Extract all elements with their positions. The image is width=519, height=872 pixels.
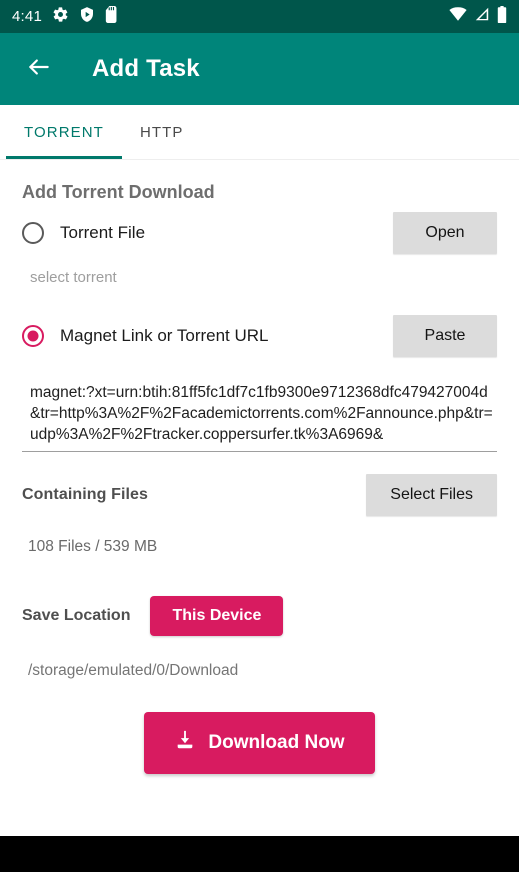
battery-icon: [497, 5, 507, 28]
magnet-link-value: magnet:?xt=urn:btih:81ff5fc1df7c1fb9300e…: [30, 384, 493, 443]
download-now-label: Download Now: [208, 732, 345, 753]
tab-bar: TORRENT HTTP: [0, 105, 519, 160]
containing-files-row: Containing Files Select Files: [22, 474, 497, 516]
status-bar-right: [449, 5, 507, 28]
form-content: Add Torrent Download Torrent File Open s…: [0, 160, 519, 836]
wifi-icon: [449, 7, 467, 26]
save-location-row: Save Location This Device: [22, 596, 497, 636]
save-path: /storage/emulated/0/Download: [28, 662, 239, 679]
torrent-file-radio-option[interactable]: Torrent File: [22, 222, 145, 244]
download-now-button[interactable]: Download Now: [144, 712, 375, 774]
download-button-wrap: Download Now: [22, 712, 497, 774]
select-files-button[interactable]: Select Files: [366, 474, 497, 516]
status-time: 4:41: [12, 8, 42, 25]
radio-checked-icon[interactable]: [22, 325, 44, 347]
status-bar: 4:41: [0, 0, 519, 33]
cellular-signal-icon: [474, 7, 490, 26]
tab-torrent[interactable]: TORRENT: [6, 105, 122, 159]
shield-play-icon: [79, 6, 95, 28]
paste-button[interactable]: Paste: [393, 315, 497, 357]
download-icon: [174, 729, 196, 757]
torrent-file-row: Torrent File Open: [22, 209, 497, 257]
open-button[interactable]: Open: [393, 212, 497, 254]
section-title: Add Torrent Download: [22, 182, 215, 202]
magnet-row: Magnet Link or Torrent URL Paste: [22, 312, 497, 360]
tab-http[interactable]: HTTP: [122, 105, 202, 159]
gear-icon: [52, 6, 69, 28]
magnet-radio-option[interactable]: Magnet Link or Torrent URL: [22, 325, 269, 347]
containing-files-label: Containing Files: [22, 486, 149, 503]
arrow-left-icon: [26, 54, 52, 85]
this-device-button[interactable]: This Device: [150, 596, 284, 636]
back-button[interactable]: [22, 52, 56, 86]
select-torrent-hint: select torrent: [30, 269, 117, 286]
app-screen: 4:41 Add Task TORRENT HTTP Add Torrent D…: [0, 0, 519, 872]
sd-card-icon: [105, 5, 118, 28]
torrent-file-label: Torrent File: [60, 223, 146, 242]
radio-unchecked-icon[interactable]: [22, 222, 44, 244]
save-location-label: Save Location: [22, 607, 131, 624]
status-bar-left: 4:41: [12, 5, 118, 28]
page-title: Add Task: [92, 55, 200, 82]
files-summary: 108 Files / 539 MB: [28, 538, 158, 555]
magnet-link-input[interactable]: magnet:?xt=urn:btih:81ff5fc1df7c1fb9300e…: [22, 382, 497, 452]
system-navigation-bar: [0, 836, 519, 872]
app-bar: Add Task: [0, 33, 519, 105]
magnet-label: Magnet Link or Torrent URL: [60, 326, 269, 345]
